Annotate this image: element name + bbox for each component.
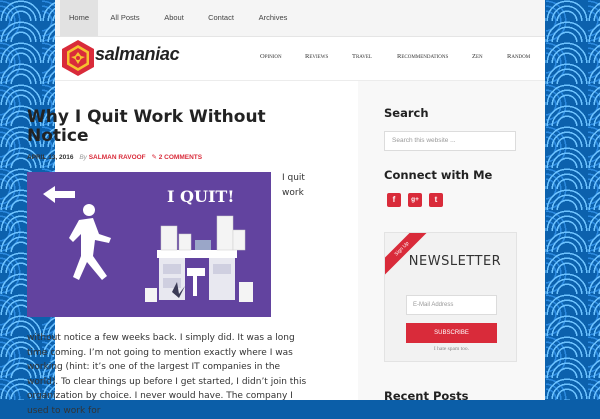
topnav-item-home[interactable]: Home — [60, 0, 98, 36]
site-header: salmaniac Opinion Reviews Travel Recomme… — [55, 37, 545, 81]
newsletter-title: NEWSLETTER — [408, 254, 502, 269]
image-caption: I QUIT! — [167, 187, 234, 206]
post-featured-image: I QUIT! — [27, 172, 271, 317]
topnav-item-archives[interactable]: Archives — [253, 0, 293, 36]
post-author[interactable]: Salman Ravoof — [89, 154, 146, 161]
nav-item-travel[interactable]: Travel — [352, 53, 372, 60]
search-input[interactable]: Search this website ... — [384, 131, 516, 151]
newsletter-widget: Sign Up NEWSLETTER E-Mail Address SUBSCR… — [384, 232, 517, 362]
topnav-item-all-posts[interactable]: All Posts — [104, 0, 146, 36]
twitter-icon[interactable]: t — [429, 193, 443, 207]
topnav-item-contact[interactable]: Contact — [201, 0, 241, 36]
post-date: April 13, 2016 — [27, 154, 74, 161]
newsletter-note: I hate spam too. — [433, 346, 470, 352]
search-widget-title: Search — [384, 106, 429, 120]
comment-icon: ✎ — [151, 154, 157, 161]
post-by-label: By — [79, 154, 87, 161]
nav-item-random[interactable]: Random — [507, 53, 530, 60]
email-field[interactable]: E-Mail Address — [406, 295, 497, 315]
subscribe-button[interactable]: SUBSCRIBE — [406, 323, 497, 343]
top-navigation: Home All Posts About Contact Archives — [55, 0, 545, 37]
facebook-icon[interactable]: f — [387, 193, 401, 207]
recent-posts-title: Recent Posts — [384, 389, 469, 403]
google-plus-icon[interactable]: g+ — [408, 193, 422, 207]
post-title[interactable]: Why I Quit Work Without Notice — [27, 108, 287, 146]
post-intro-text: I quit work — [282, 173, 305, 198]
nav-item-opinion[interactable]: Opinion — [260, 53, 282, 60]
post-meta: April 13, 2016 By Salman Ravoof ✎ 2 Comm… — [27, 153, 202, 161]
site-logo-text[interactable]: salmaniac — [95, 44, 180, 65]
post-comments-link[interactable]: 2 Comments — [159, 154, 202, 161]
nav-item-zen[interactable]: Zen — [472, 53, 483, 60]
post-body-text: without notice a few weeks back. I simpl… — [27, 333, 307, 416]
topnav-item-about[interactable]: About — [158, 0, 190, 36]
logo-icon[interactable] — [60, 39, 96, 77]
connect-widget-title: Connect with Me — [384, 168, 493, 182]
nav-item-recommendations[interactable]: Recommendations — [397, 53, 448, 60]
nav-item-reviews[interactable]: Reviews — [305, 53, 328, 60]
